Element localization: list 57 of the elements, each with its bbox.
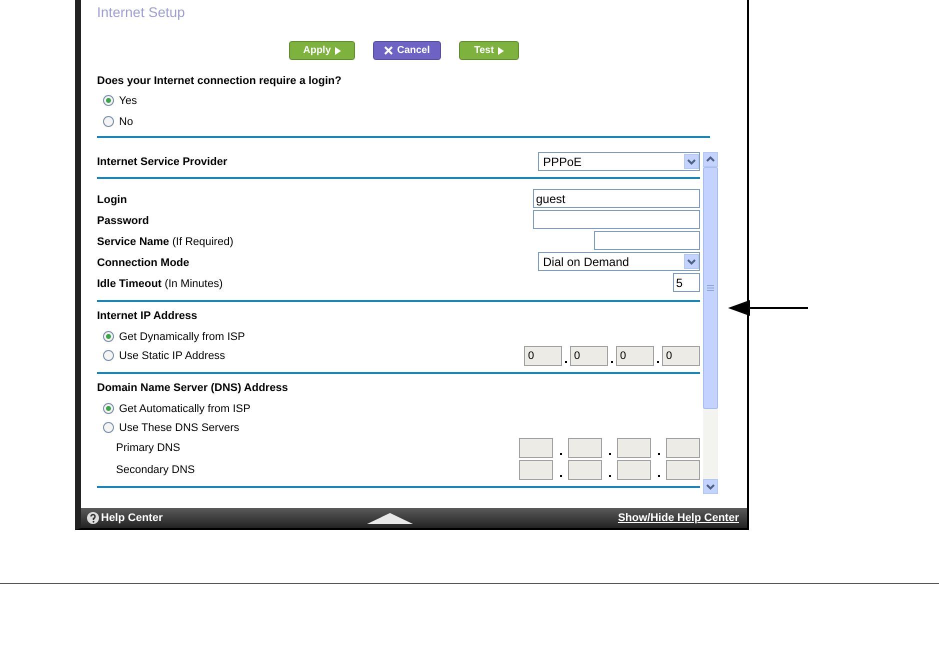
text-field[interactable]: guest	[533, 189, 700, 208]
help-icon	[87, 512, 99, 524]
field-label: Idle Timeout	[97, 278, 162, 290]
show-hide-help-link[interactable]: Show/Hide Help Center	[618, 512, 739, 524]
x-icon	[384, 46, 394, 55]
dns-label: Primary DNS	[115, 442, 180, 454]
dns-octet-field[interactable]	[568, 438, 602, 458]
play-icon	[498, 46, 504, 54]
radio-label: Yes	[119, 94, 137, 106]
dropdown[interactable]: Dial on Demand	[538, 252, 700, 271]
field-label: Service Name	[97, 236, 170, 248]
help-center-link[interactable]: Help Center	[87, 512, 163, 524]
field-label: Password	[97, 214, 149, 226]
dns-octet-field[interactable]	[666, 438, 700, 458]
ip-octet-field[interactable]: 0	[524, 346, 562, 366]
section-heading: Domain Name Server (DNS) Address	[97, 382, 289, 396]
radio-label: Get Automatically from ISP	[119, 402, 250, 414]
radio-button[interactable]	[103, 422, 114, 433]
ip-octet-field[interactable]: 0	[616, 346, 654, 366]
scroll-down-icon[interactable]	[703, 479, 718, 494]
text-field[interactable]: 5	[673, 273, 700, 292]
field-hint: (In Minutes)	[164, 278, 223, 290]
radio-button[interactable]	[103, 331, 114, 342]
radio-button[interactable]	[103, 403, 114, 414]
radio-label: Get Dynamically from ISP	[119, 330, 245, 342]
text-field[interactable]	[594, 231, 700, 250]
radio-label: No	[119, 116, 134, 128]
dns-octet-field[interactable]	[617, 460, 651, 480]
field-label: Connection Mode	[97, 256, 190, 268]
dns-octet-field[interactable]	[519, 460, 553, 480]
field-label: Internet Service Provider	[97, 156, 228, 168]
radio-button[interactable]	[103, 350, 114, 361]
dropdown[interactable]: PPPoE	[538, 152, 700, 171]
cancel-button[interactable]: Cancel	[373, 41, 441, 60]
expand-icon[interactable]	[367, 512, 414, 524]
section-heading: Internet IP Address	[97, 310, 198, 324]
dns-octet-field[interactable]	[519, 438, 553, 458]
question-label: Does your Internet connection require a login?	[97, 75, 342, 87]
radio-button[interactable]	[103, 116, 114, 127]
radio-label: Use Static IP Address	[119, 350, 226, 362]
scroll-thumb[interactable]	[703, 167, 718, 409]
radio-label: Use These DNS Servers	[119, 422, 240, 434]
ip-octet-field[interactable]: 0	[570, 346, 608, 366]
page-title: Internet Setup	[97, 4, 186, 22]
dns-octet-field[interactable]	[617, 438, 651, 458]
radio-button[interactable]	[103, 95, 114, 106]
field-hint: (If Required)	[171, 236, 234, 248]
scrollbar[interactable]	[703, 152, 718, 494]
text-field[interactable]	[533, 210, 700, 229]
play-icon	[334, 46, 341, 54]
field-label: Login	[97, 194, 127, 206]
dns-octet-field[interactable]	[666, 460, 700, 480]
grip-icon	[707, 285, 714, 291]
ip-octet-field[interactable]: 0	[662, 346, 700, 366]
dns-octet-field[interactable]	[568, 460, 602, 480]
dns-label: Secondary DNS	[115, 464, 195, 476]
scroll-up-icon[interactable]	[703, 152, 718, 167]
